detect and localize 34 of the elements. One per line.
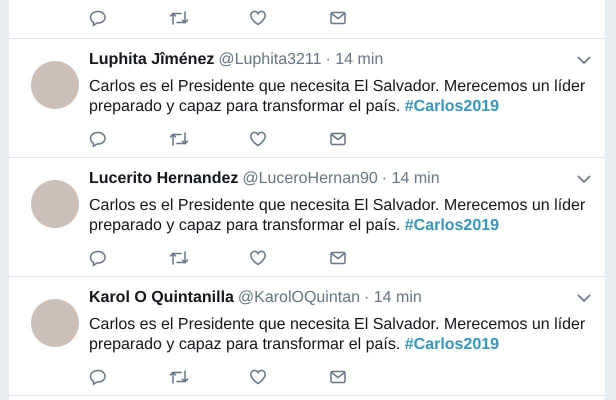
tweet-text: Carlos es el Presidente que necesita El Salvador. Merecemos un líder preparado y capaz para transformar el país. #Carlos2019 (89, 196, 586, 236)
retweet-icon[interactable] (169, 249, 189, 267)
retweet-icon[interactable] (169, 368, 189, 386)
envelope-icon[interactable] (329, 368, 347, 386)
retweet-icon[interactable] (169, 130, 189, 148)
user-name[interactable]: Karol O Quintanilla (89, 289, 234, 307)
user-name[interactable]: Lucerito Hernandez (89, 170, 238, 188)
hashtag-link[interactable]: #Carlos2019 (404, 336, 500, 353)
user-handle[interactable]: @Luphita3211 (218, 51, 322, 69)
tweet-time[interactable]: · 14 min (326, 51, 384, 69)
reply-icon[interactable] (89, 368, 107, 386)
chevron-down-icon[interactable] (577, 294, 591, 302)
retweet-icon[interactable] (169, 9, 189, 27)
chevron-down-icon[interactable] (577, 175, 591, 183)
user-handle[interactable]: @KarolOQuintan (238, 289, 360, 307)
user-name[interactable]: Luphita Jîménez (89, 51, 214, 69)
heart-icon[interactable] (249, 9, 267, 27)
tweet-text: Carlos es el Presidente que necesita El Salvador. Merecemos un líder preparado y capaz para transformar el país. #Carlos2019 (89, 315, 586, 355)
envelope-icon[interactable] (329, 130, 347, 148)
envelope-icon[interactable] (329, 9, 347, 27)
heart-icon[interactable] (249, 249, 267, 267)
reply-icon[interactable] (89, 249, 107, 267)
tweet-text: Carlos es el Presidente que necesita El Salvador. Merecemos un líder preparado y capaz para transformar el país. #Carlos2019 (89, 77, 586, 117)
tweet-time[interactable]: · 14 min (364, 289, 422, 307)
chevron-down-icon[interactable] (577, 56, 591, 64)
hashtag-link[interactable]: #Carlos2019 (404, 217, 500, 234)
envelope-icon[interactable] (329, 249, 347, 267)
reply-icon[interactable] (89, 130, 107, 148)
heart-icon[interactable] (249, 368, 267, 386)
hashtag-link[interactable]: #Carlos2019 (404, 98, 500, 115)
tweet-time[interactable]: · 14 min (382, 170, 440, 188)
reply-icon[interactable] (89, 9, 107, 27)
user-handle[interactable]: @LuceroHernan90 (242, 170, 378, 188)
heart-icon[interactable] (249, 130, 267, 148)
